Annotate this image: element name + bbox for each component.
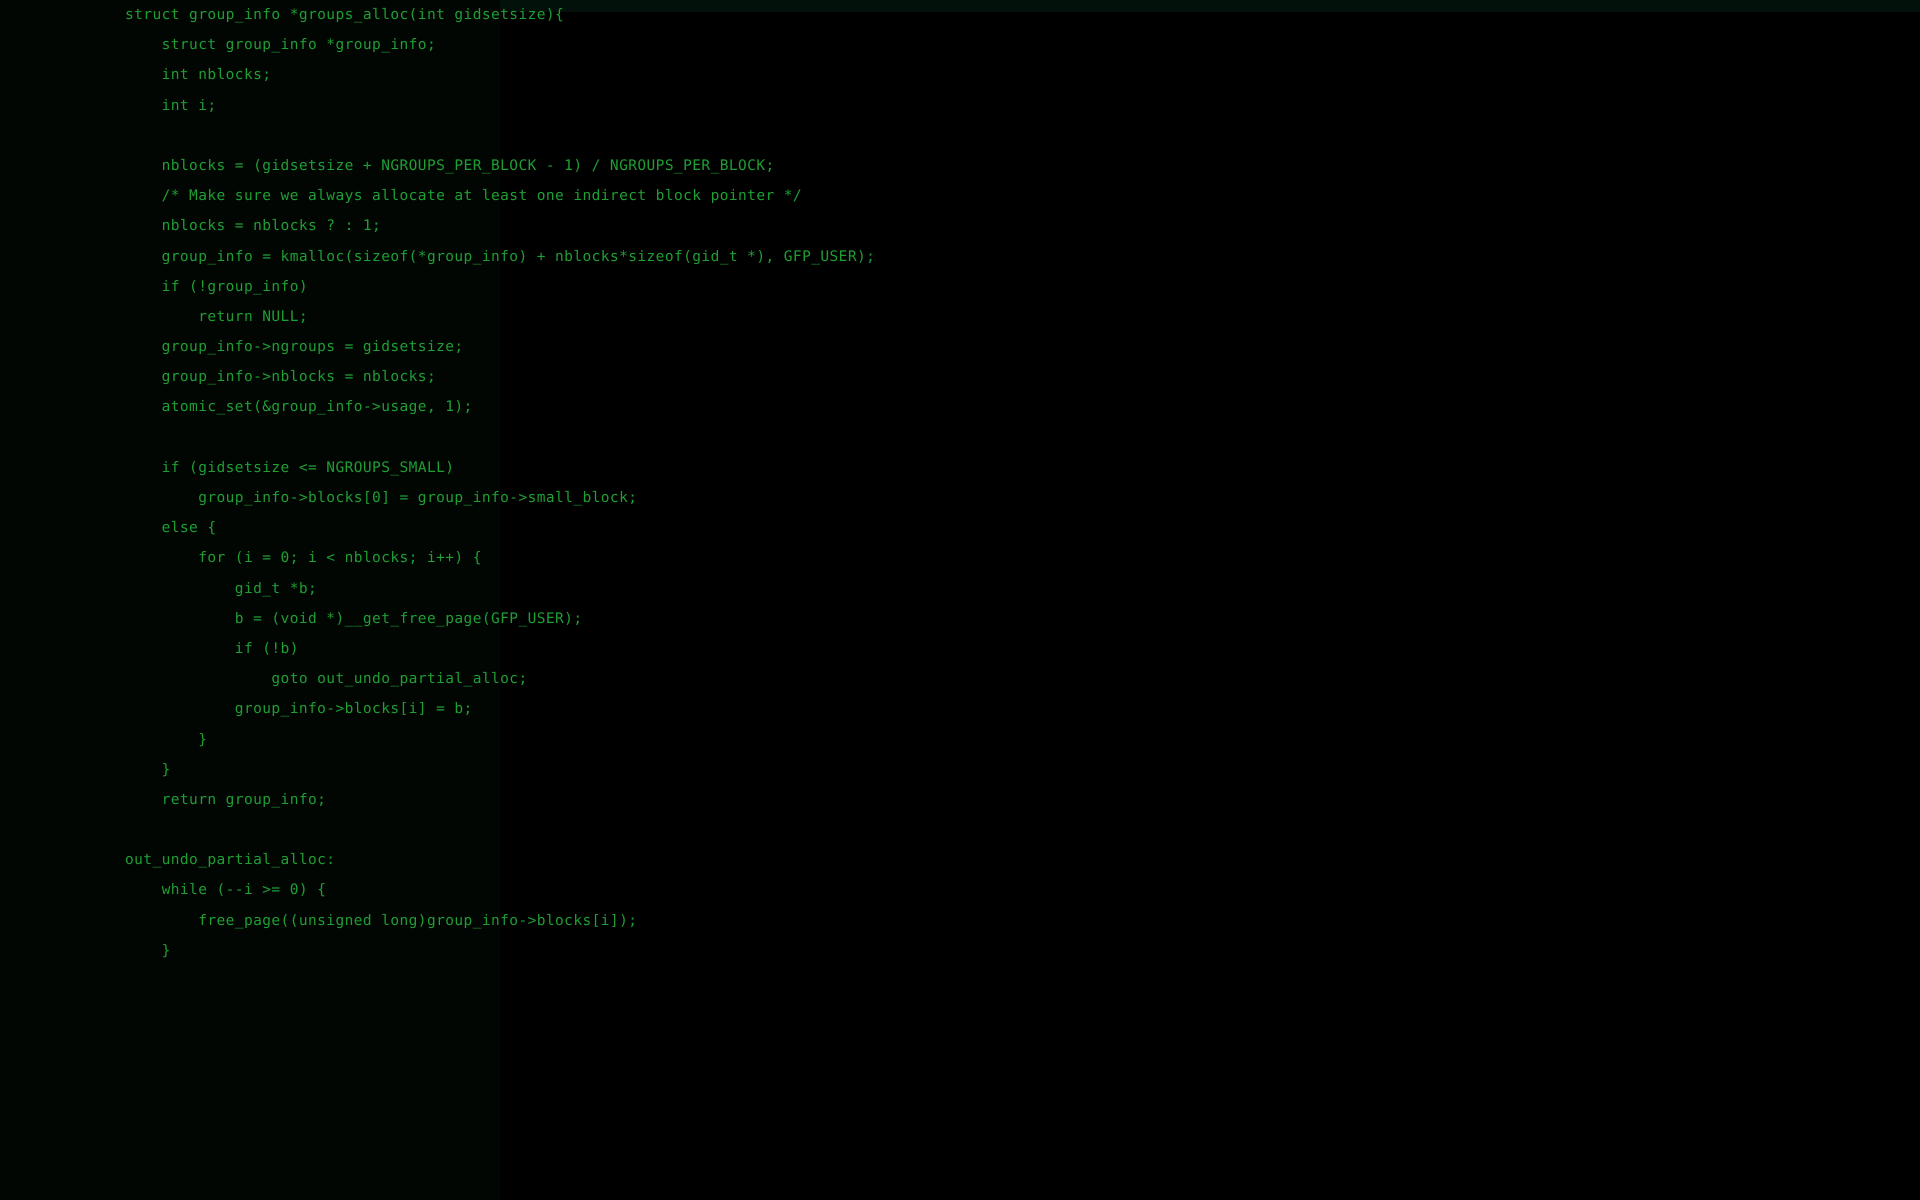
code-line: if (gidsetsize <= NGROUPS_SMALL) [125, 459, 455, 476]
code-line: b = (void *)__get_free_page(GFP_USER); [125, 610, 583, 627]
code-line: } [125, 942, 171, 959]
code-line: int nblocks; [125, 67, 272, 84]
code-line: int i; [125, 97, 217, 114]
code-line: free_page((unsigned long)group_info->blo… [125, 912, 638, 929]
code-line: group_info->nblocks = nblocks; [125, 369, 437, 386]
code-viewer-screen: struct group_info *groups_alloc(int gids… [0, 0, 1920, 1200]
code-block: struct group_info *groups_alloc(int gids… [0, 0, 1920, 966]
code-line: nblocks = nblocks ? : 1; [125, 218, 382, 235]
code-surface[interactable]: struct group_info *groups_alloc(int gids… [0, 0, 1920, 1200]
code-line: struct group_info *groups_alloc(int gids… [125, 7, 565, 23]
code-line: } [125, 731, 208, 748]
code-line: return NULL; [125, 308, 308, 325]
code-line: while (--i >= 0) { [125, 882, 327, 899]
code-line: if (!b) [125, 640, 299, 657]
code-line: } [125, 761, 171, 778]
code-line: out_undo_partial_alloc: [125, 852, 336, 869]
code-line: else { [125, 520, 217, 537]
code-line: if (!group_info) [125, 278, 308, 295]
code-line: /* Make sure we always allocate at least… [125, 188, 803, 205]
code-line: struct group_info *group_info; [125, 37, 437, 54]
code-line: goto out_undo_partial_alloc; [125, 671, 528, 688]
code-line: for (i = 0; i < nblocks; i++) { [125, 550, 482, 567]
code-line: group_info->ngroups = gidsetsize; [125, 339, 464, 356]
code-line: group_info->blocks[i] = b; [125, 701, 473, 718]
code-line: nblocks = (gidsetsize + NGROUPS_PER_BLOC… [125, 157, 775, 174]
code-line: return group_info; [125, 791, 327, 808]
code-line: gid_t *b; [125, 580, 318, 597]
code-line: atomic_set(&group_info->usage, 1); [125, 399, 473, 416]
code-line: group_info->blocks[0] = group_info->smal… [125, 490, 638, 506]
code-line: group_info = kmalloc(sizeof(*group_info)… [125, 248, 876, 265]
